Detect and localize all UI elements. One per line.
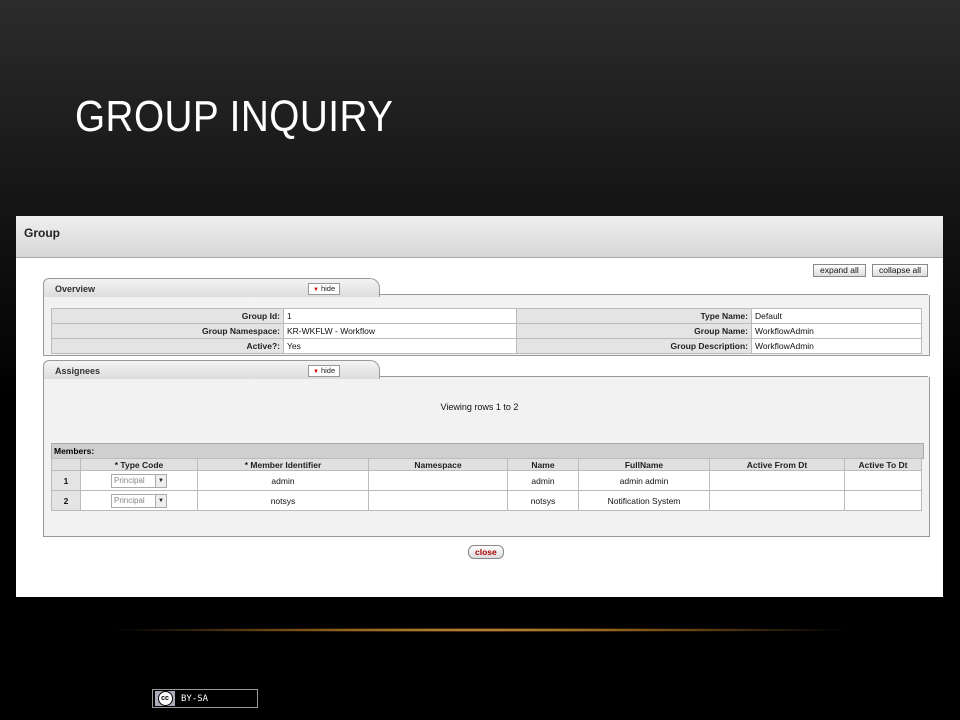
assignees-hide-button[interactable]: ▼ hide (308, 365, 341, 377)
window-header: Group (16, 216, 943, 258)
row-number-header (51, 458, 81, 471)
cc-icon: cc (155, 691, 175, 706)
col-active-to: Active To Dt (844, 458, 922, 471)
viewing-rows-text: Viewing rows 1 to 2 (440, 402, 519, 412)
table-row: 1 Principal ▼ admin admin admin admin (51, 470, 922, 491)
table-row: 2 Principal ▼ notsys notsys Notification … (51, 490, 922, 511)
close-button[interactable]: close (468, 545, 504, 559)
members-header: Members: (51, 443, 924, 459)
member-identifier-cell: admin (197, 470, 369, 491)
group-namespace-value: KR-WKFLW - Workflow (283, 323, 517, 339)
namespace-cell (368, 470, 508, 491)
overview-tab-label: Overview (55, 284, 96, 294)
col-name: Name (507, 458, 579, 471)
col-full-name: FullName (578, 458, 710, 471)
col-active-from: Active From Dt (709, 458, 845, 471)
active-from-cell (709, 470, 845, 491)
type-code-cell: Principal ▼ (80, 490, 198, 511)
active-value: Yes (283, 338, 517, 354)
type-code-cell: Principal ▼ (80, 470, 198, 491)
window-title: Group (24, 226, 60, 240)
group-description-label: Group Description: (516, 338, 752, 354)
collapse-all-button[interactable]: collapse all (872, 264, 929, 277)
row-number: 2 (51, 490, 81, 511)
name-cell: admin (507, 470, 579, 491)
col-member-identifier: * Member Identifier (197, 458, 369, 471)
dropdown-arrow-icon: ▼ (155, 474, 166, 487)
group-inquiry-screenshot: Group expand all collapse all Overview ▼… (16, 216, 943, 597)
slide-title: GROUP INQUIRY (75, 92, 394, 141)
overview-table: Group Id: 1 Type Name: Default Group Nam… (51, 308, 922, 354)
namespace-cell (368, 490, 508, 511)
group-name-value: WorkflowAdmin (751, 323, 922, 339)
member-identifier-cell: notsys (197, 490, 369, 511)
group-namespace-label: Group Namespace: (51, 323, 284, 339)
active-to-cell (844, 490, 922, 511)
assignees-tab-label: Assignees (55, 366, 101, 376)
decorative-glow-line (100, 628, 860, 632)
expand-all-button[interactable]: expand all (813, 264, 866, 277)
group-description-value: WorkflowAdmin (751, 338, 922, 354)
triangle-down-icon: ▼ (313, 369, 319, 375)
full-name-cell: admin admin (578, 470, 710, 491)
members-header-row: * Type Code * Member Identifier Namespac… (51, 458, 922, 471)
active-to-cell (844, 470, 922, 491)
triangle-down-icon: ▼ (313, 287, 319, 293)
active-from-cell (709, 490, 845, 511)
active-label: Active?: (51, 338, 284, 354)
type-name-label: Type Name: (516, 308, 752, 324)
group-id-label: Group Id: (51, 308, 284, 324)
group-name-label: Group Name: (516, 323, 752, 339)
members-table: * Type Code * Member Identifier Namespac… (51, 458, 922, 511)
col-namespace: Namespace (368, 458, 508, 471)
overview-tab: Overview ▼ hide (43, 278, 380, 297)
type-code-select[interactable]: Principal ▼ (111, 493, 167, 508)
overview-hide-button[interactable]: ▼ hide (308, 283, 341, 295)
dropdown-arrow-icon: ▼ (155, 494, 166, 507)
type-name-value: Default (751, 308, 922, 324)
full-name-cell: Notification System (578, 490, 710, 511)
col-type-code: * Type Code (80, 458, 198, 471)
type-code-select[interactable]: Principal ▼ (111, 473, 167, 488)
row-number: 1 (51, 470, 81, 491)
license-badge[interactable]: cc BY-SA (152, 689, 258, 708)
license-text: BY-SA (181, 693, 209, 704)
assignees-tab: Assignees ▼ hide (43, 360, 380, 379)
name-cell: notsys (507, 490, 579, 511)
group-id-value: 1 (283, 308, 517, 324)
